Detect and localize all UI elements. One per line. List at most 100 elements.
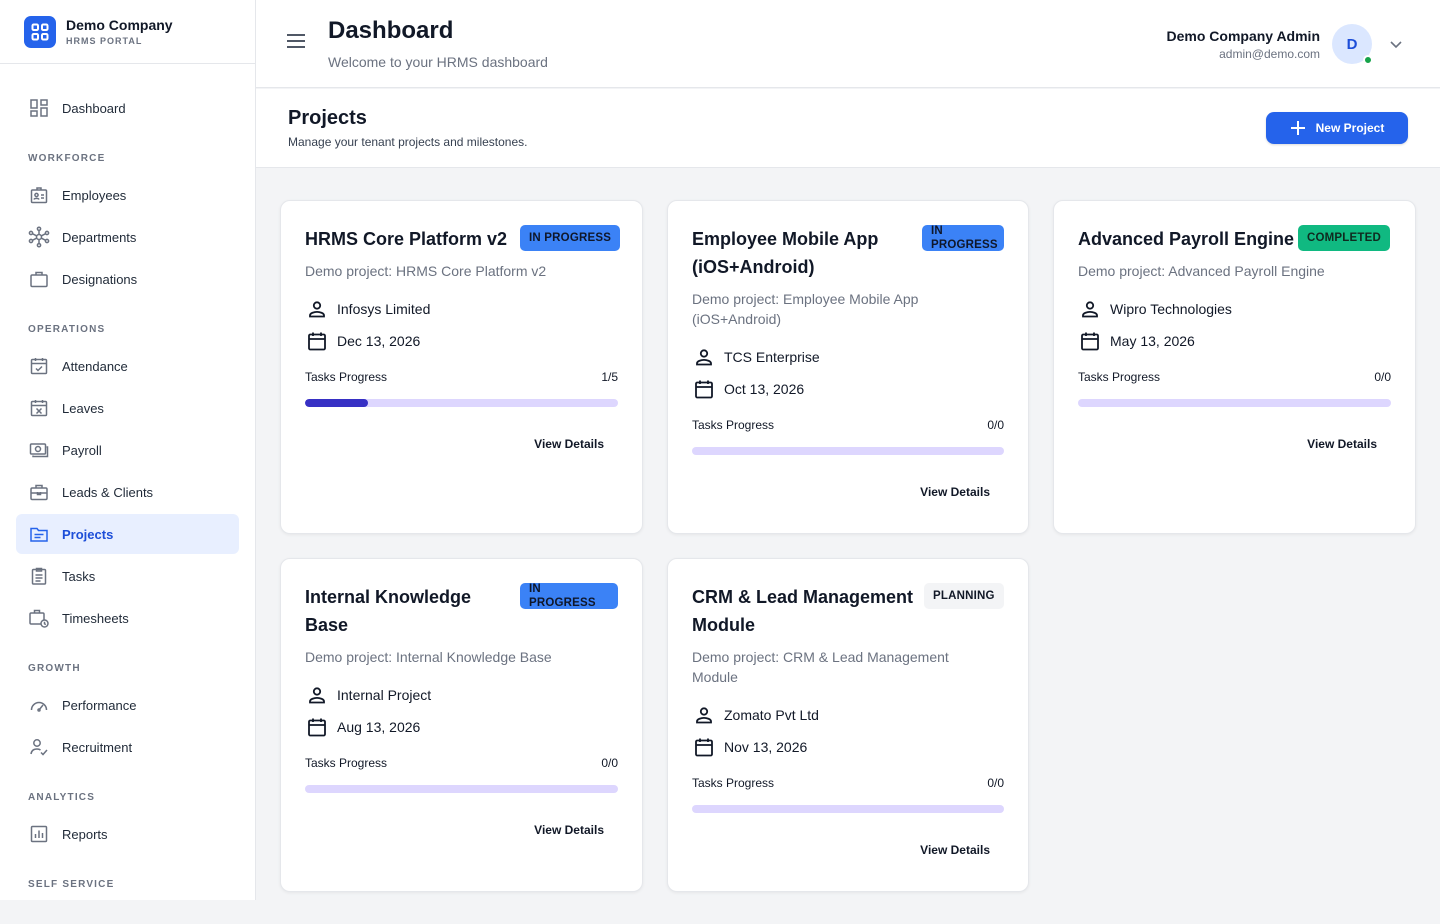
sidebar-item-label: Leaves	[62, 400, 104, 416]
project-card: CRM & Lead Management Module PLANNING De…	[667, 558, 1029, 892]
tasks-progress-count: 0/0	[987, 418, 1004, 432]
clipboard-list-icon	[28, 565, 50, 587]
status-badge: COMPLETED	[1298, 225, 1390, 251]
sidebar-item-recruitment[interactable]: Recruitment	[16, 727, 239, 767]
sidebar-item-timesheets[interactable]: Timesheets	[16, 598, 239, 638]
project-title: Advanced Payroll Engine	[1078, 229, 1295, 249]
status-badge: IN PROGRESS	[520, 583, 618, 609]
sidebar-item-attendance[interactable]: Attendance	[16, 346, 239, 386]
sidebar-nav: Dashboard WORKFORCE Employees Department…	[0, 64, 255, 891]
hamburger-menu-icon[interactable]	[286, 32, 306, 50]
due-date: May 13, 2026	[1110, 333, 1195, 349]
view-details-button[interactable]: View Details	[534, 437, 604, 451]
project-card: HRMS Core Platform v2 IN PROGRESS Demo p…	[280, 200, 643, 534]
sidebar-item-label: Employees	[62, 187, 127, 203]
page-subtitle: Welcome to your HRMS dashboard	[328, 54, 548, 70]
project-date: Nov 13, 2026	[692, 735, 807, 759]
project-description: Demo project: CRM & Lead Management Modu…	[692, 649, 949, 685]
sidebar-item-leads-clients[interactable]: Leads & Clients	[16, 472, 239, 512]
project-title: Internal Knowledge Base	[305, 587, 472, 635]
due-date: Nov 13, 2026	[724, 739, 808, 755]
status-badge: PLANNING	[924, 583, 1004, 609]
grid-logo-icon	[24, 15, 56, 48]
sidebar-item-leaves[interactable]: Leaves	[16, 388, 239, 428]
sidebar-item-tasks[interactable]: Tasks	[16, 556, 239, 596]
project-client: Internal Project	[305, 683, 431, 707]
briefcase-icon	[28, 268, 50, 290]
top-header: Dashboard Welcome to your HRMS dashboard…	[256, 0, 1440, 88]
sidebar-item-departments[interactable]: Departments	[16, 217, 239, 257]
tasks-progress-count: 0/0	[1374, 370, 1391, 384]
tasks-progress-count: 0/0	[987, 776, 1004, 790]
projects-title: Projects	[288, 107, 367, 129]
person-icon	[305, 683, 329, 707]
sidebar-item-label: Attendance	[62, 358, 128, 374]
id-badge-icon	[28, 184, 50, 206]
project-description: Demo project: Advanced Payroll Engine	[1078, 263, 1325, 279]
sidebar-item-label: Tasks	[62, 568, 96, 584]
project-title: Employee Mobile App (iOS+Android)	[692, 229, 879, 277]
sidebar-item-designations[interactable]: Designations	[16, 259, 239, 299]
calendar-icon	[692, 735, 716, 759]
chevron-down-icon[interactable]	[1388, 36, 1404, 52]
due-date: Dec 13, 2026	[337, 333, 421, 349]
project-date: May 13, 2026	[1078, 329, 1195, 353]
section-workforce: WORKFORCE	[28, 153, 106, 164]
project-card: Employee Mobile App (iOS+Android) IN PRO…	[667, 200, 1029, 534]
brand-name: Demo Company	[66, 16, 173, 33]
project-date: Oct 13, 2026	[692, 377, 804, 401]
sidebar: Demo Company HRMS PORTAL Dashboard WORKF…	[0, 0, 256, 900]
sidebar-item-reports[interactable]: Reports	[16, 814, 239, 854]
progress-bar	[305, 785, 618, 793]
progress-fill	[305, 399, 368, 407]
progress-bar	[305, 399, 618, 407]
person-icon	[305, 297, 329, 321]
project-client: Infosys Limited	[305, 297, 430, 321]
tasks-progress-label: Tasks Progress	[692, 418, 775, 432]
cash-icon	[28, 439, 50, 461]
progress-bar	[692, 447, 1004, 455]
tasks-progress-label: Tasks Progress	[1078, 370, 1161, 384]
project-client: Zomato Pvt Ltd	[692, 703, 819, 727]
tasks-progress-label: Tasks Progress	[305, 756, 388, 770]
folder-icon	[28, 523, 50, 545]
project-description: Demo project: Employee Mobile App (iOS+A…	[692, 291, 919, 327]
client-name: Infosys Limited	[337, 301, 431, 317]
project-client: Wipro Technologies	[1078, 297, 1232, 321]
status-badge: IN PROGRESS	[922, 225, 1004, 251]
network-icon	[28, 226, 50, 248]
view-details-button[interactable]: View Details	[920, 485, 990, 499]
sidebar-item-label: Recruitment	[62, 739, 133, 755]
new-project-button[interactable]: New Project	[1266, 112, 1408, 144]
gauge-icon	[28, 694, 50, 716]
project-card: Advanced Payroll Engine COMPLETED Demo p…	[1053, 200, 1416, 534]
sidebar-item-projects[interactable]: Projects	[16, 514, 239, 554]
client-name: Wipro Technologies	[1110, 301, 1232, 317]
project-card: Internal Knowledge Base IN PROGRESS Demo…	[280, 558, 643, 892]
section-self-service: SELF SERVICE	[28, 879, 115, 890]
project-date: Aug 13, 2026	[305, 715, 420, 739]
sidebar-item-dashboard[interactable]: Dashboard	[16, 88, 239, 128]
briefcase-icon	[28, 481, 50, 503]
view-details-button[interactable]: View Details	[534, 823, 604, 837]
sidebar-item-label: Timesheets	[62, 610, 129, 626]
view-details-button[interactable]: View Details	[1307, 437, 1377, 451]
view-details-button[interactable]: View Details	[920, 843, 990, 857]
client-name: TCS Enterprise	[724, 349, 820, 365]
section-growth: GROWTH	[28, 663, 81, 674]
sidebar-item-payroll[interactable]: Payroll	[16, 430, 239, 470]
project-date: Dec 13, 2026	[305, 329, 420, 353]
user-info[interactable]: Demo Company Admin admin@demo.com	[1167, 28, 1321, 62]
person-icon	[692, 345, 716, 369]
sidebar-item-employees[interactable]: Employees	[16, 175, 239, 215]
brand-subtitle: HRMS PORTAL	[66, 35, 143, 46]
sidebar-item-performance[interactable]: Performance	[16, 685, 239, 725]
project-description: Demo project: Internal Knowledge Base	[305, 649, 552, 665]
tasks-progress-count: 0/0	[601, 756, 618, 770]
user-check-icon	[28, 736, 50, 758]
sidebar-item-label: Designations	[62, 271, 138, 287]
calendar-icon	[1078, 329, 1102, 353]
online-status-dot	[1363, 55, 1373, 65]
briefcase-clock-icon	[28, 607, 50, 629]
sidebar-item-label: Leads & Clients	[62, 484, 154, 500]
